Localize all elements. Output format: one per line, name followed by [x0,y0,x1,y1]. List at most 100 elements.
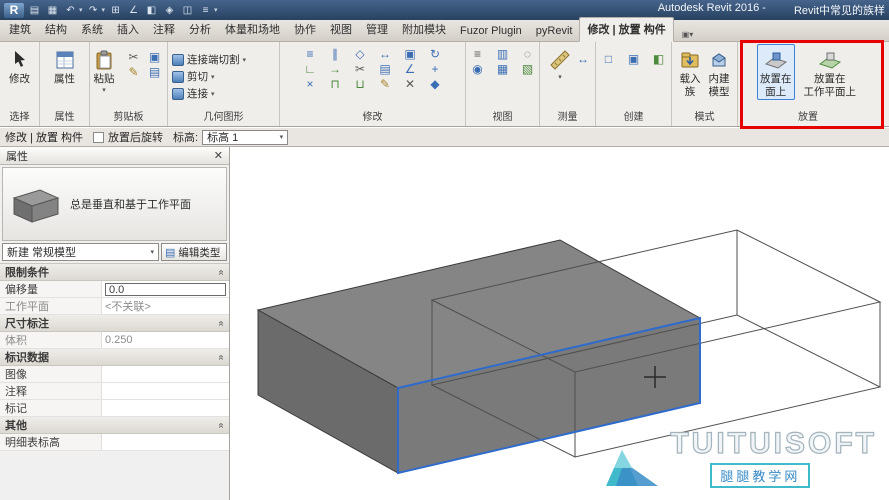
tab-addins[interactable]: 附加模块 [395,18,453,41]
tab-analyze[interactable]: 分析 [182,18,218,41]
paste-options-icon[interactable]: ▤ [148,65,162,79]
tab-massing-site[interactable]: 体量和场地 [218,18,287,41]
measure-icon[interactable]: ∠ [126,3,141,18]
tab-structure[interactable]: 结构 [38,18,74,41]
coping-button[interactable]: 连接端切割 ▾ [168,51,279,68]
mark-value-field[interactable] [102,400,229,416]
group-dimensions[interactable]: 尺寸标注 « [0,315,229,332]
measure-button[interactable]: ▾ [546,44,574,83]
trim-icon[interactable]: ∟ [301,62,319,76]
checkbox-icon[interactable] [93,132,104,143]
mirror-icon[interactable]: ◇ [351,47,369,61]
split-icon[interactable]: ✂ [351,62,369,76]
aligned-dimension-icon[interactable]: ↔ [577,44,589,66]
panel-label-select[interactable]: 选择 [0,111,39,126]
app-menu-icon[interactable]: R [4,3,24,18]
tab-systems[interactable]: 系统 [74,18,110,41]
tag-icon[interactable]: ◧ [144,3,159,18]
tab-collaborate[interactable]: 协作 [287,18,323,41]
offset-icon[interactable]: ∥ [326,47,344,61]
thin-lines-icon[interactable]: ≡ [198,3,213,18]
cut-icon[interactable]: ✂ [127,50,141,64]
tab-annotate[interactable]: 注释 [146,18,182,41]
open-icon[interactable]: ▤ [27,3,42,18]
load-family-button[interactable]: 载入 族 [677,44,704,100]
panel-label-view[interactable]: 视图 [466,111,539,126]
tab-insert[interactable]: 插入 [110,18,146,41]
tab-fuzor-plugin[interactable]: Fuzor Plugin [453,22,529,41]
model-in-place-button[interactable]: 内建 模型 [706,44,733,100]
drawing-area[interactable]: TUITUISOFT 腿腿教学网 [231,147,889,500]
hide-elements-icon[interactable]: ◌ [519,47,537,61]
panel-label-clipboard[interactable]: 剪贴板 [90,111,167,126]
unjoin-icon[interactable]: ⊔ [351,77,369,91]
cut-geometry-button[interactable]: 剪切 ▾ [168,68,279,85]
rotate-after-placement-checkbox[interactable]: 放置后旋转 [93,129,163,145]
create-similar-icon[interactable]: □ [600,52,618,66]
join-icon[interactable]: ⊓ [326,77,344,91]
extend-icon[interactable]: → [326,62,344,76]
tab-modify-place-component[interactable]: 修改 | 放置 构件 [579,17,673,42]
measure-dropdown-icon[interactable]: ▾ [558,73,562,81]
close-icon[interactable]: ✕ [214,149,223,162]
schedule-level-value-field[interactable] [102,434,229,450]
group-other[interactable]: 其他 « [0,417,229,434]
create-group-icon[interactable]: ▣ [625,52,643,66]
qat-customize-icon[interactable]: ▾ [214,6,218,14]
rotate-icon[interactable]: ↻ [426,47,444,61]
panel-label-modify[interactable]: 修改 [280,111,465,126]
3d-view-icon[interactable]: ◈ [162,3,177,18]
modify-button[interactable]: 修改 [6,44,33,87]
panel-label-geometry[interactable]: 几何图形 [168,111,279,126]
unpin-icon[interactable]: × [301,77,319,91]
redo-dropdown-icon[interactable]: ▾ [102,6,106,14]
panel-label-create[interactable]: 创建 [596,111,671,126]
undo-icon[interactable]: ↶ [63,3,78,18]
isolate-icon[interactable]: ◉ [469,62,487,76]
tab-manage[interactable]: 管理 [359,18,395,41]
create-assembly-icon[interactable]: ◧ [650,52,668,66]
tab-architecture[interactable]: 建筑 [2,18,38,41]
visibility-icon[interactable]: ▥ [494,47,512,61]
paint-icon[interactable]: ✎ [376,77,394,91]
image-value-field[interactable] [102,366,229,382]
join-geometry-button[interactable]: 连接 ▾ [168,85,279,102]
panel-label-measure[interactable]: 测量 [540,111,595,126]
place-on-face-button[interactable]: 放置在 面上 [757,44,795,100]
array-icon[interactable]: ▤ [376,62,394,76]
group-constraints[interactable]: 限制条件 « [0,264,229,281]
align-icon[interactable]: ≡ [301,47,319,61]
edit-type-button[interactable]: ▤ 编辑类型 [161,243,227,261]
section-icon[interactable]: ◫ [180,3,195,18]
panel-label-placement[interactable]: 放置 [738,111,878,126]
scale-icon[interactable]: ∠ [401,62,419,76]
move-icon[interactable]: ↔ [376,47,394,61]
tab-view[interactable]: 视图 [323,18,359,41]
section-box-icon[interactable]: ▧ [519,62,537,76]
delete-icon[interactable]: ✕ [401,77,419,91]
group-identity-data[interactable]: 标识数据 « [0,349,229,366]
ribbon-minimize-icon[interactable]: ▣▾ [678,28,698,41]
tab-pyrevit[interactable]: pyRevit [529,22,580,41]
paste-dropdown-icon[interactable]: ▾ [102,86,106,94]
redo-icon[interactable]: ↷ [86,3,101,18]
properties-button[interactable]: 属性 [51,44,78,87]
pin-icon[interactable]: + [426,62,444,76]
offset-value-field[interactable]: 0.0 [105,283,226,296]
panel-label-mode[interactable]: 模式 [672,111,737,126]
match-properties-icon[interactable]: ◆ [426,77,444,91]
save-icon[interactable]: ▦ [45,3,60,18]
panel-label-properties[interactable]: 属性 [40,111,89,126]
copy-icon[interactable]: ▣ [148,50,162,64]
undo-dropdown-icon[interactable]: ▾ [79,6,83,14]
copy-element-icon[interactable]: ▣ [401,47,419,61]
thin-lines-tool-icon[interactable]: ≡ [469,47,487,61]
place-on-work-plane-button[interactable]: 放置在 工作平面上 [801,44,860,100]
level-dropdown[interactable]: 标高 1 ▾ [202,130,288,145]
render-icon[interactable]: ▦ [494,62,512,76]
type-selector[interactable]: 新建 常规模型 ▾ [2,243,159,261]
comments-value-field[interactable] [102,383,229,399]
paste-button[interactable]: 粘贴 ▾ [91,44,118,96]
print-icon[interactable]: ⊞ [108,3,123,18]
match-type-icon[interactable]: ✎ [127,65,141,79]
